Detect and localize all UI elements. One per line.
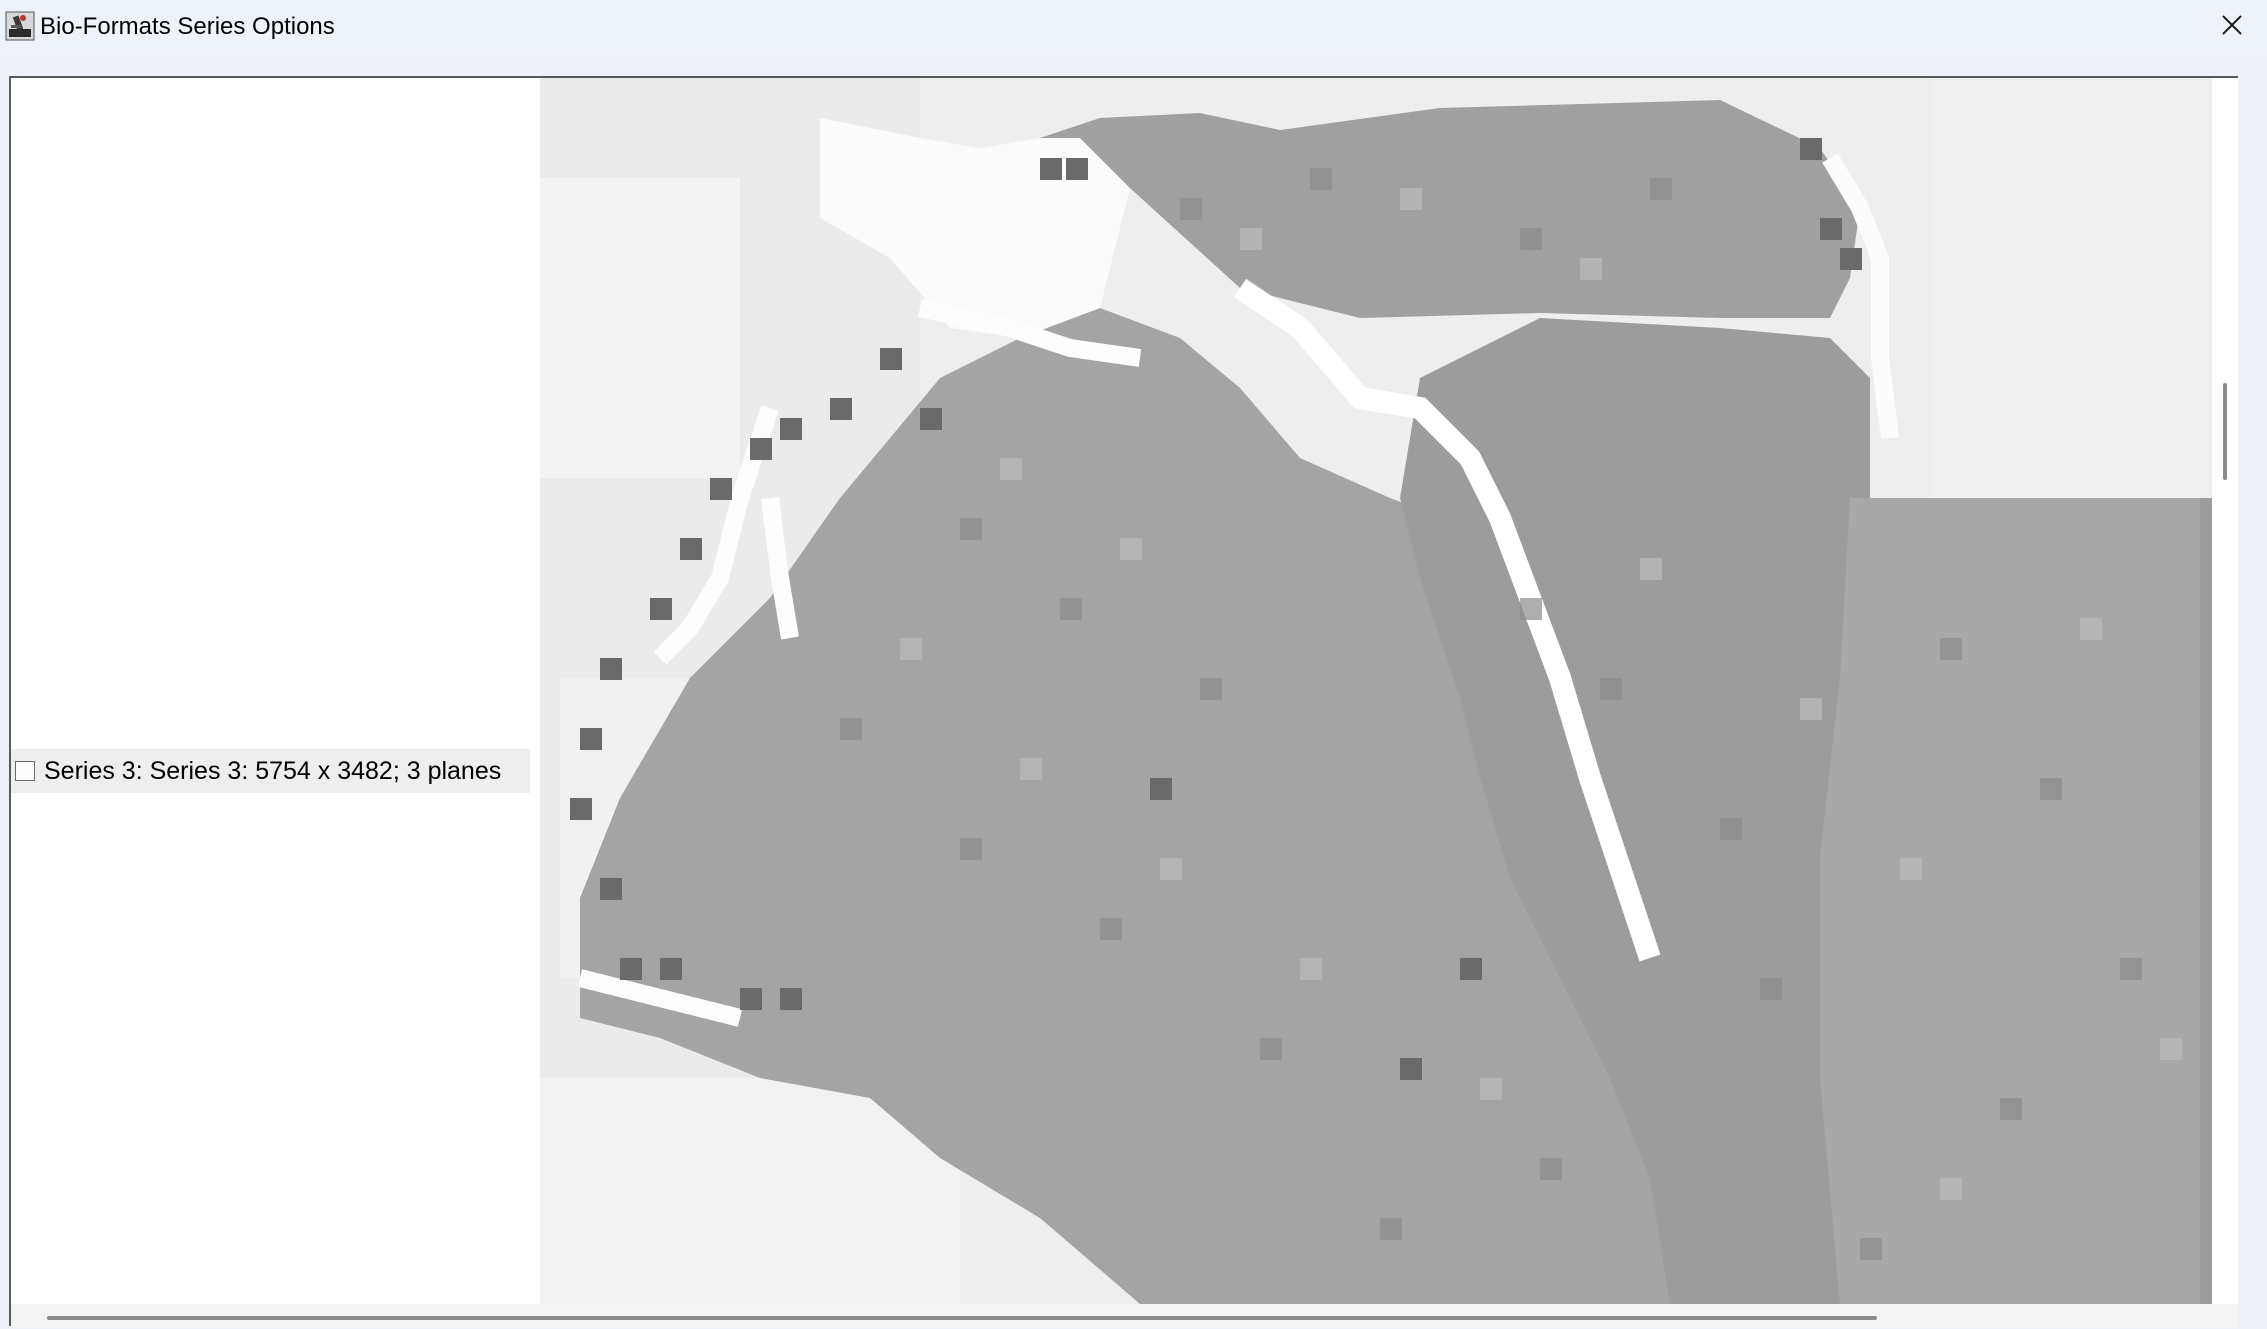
series-list-item[interactable]: Series 3: Series 3: 5754 x 3482; 3 plane… [11, 749, 530, 793]
horizontal-scroll-thumb[interactable] [47, 1316, 1877, 1320]
vertical-scrollbar[interactable] [2212, 78, 2238, 1304]
window-title: Bio-Formats Series Options [40, 13, 335, 40]
horizontal-scrollbar[interactable] [11, 1304, 2238, 1328]
close-button[interactable] [2197, 0, 2267, 50]
series-checkbox[interactable] [15, 761, 35, 781]
series-label: Series 3: Series 3: 5754 x 3482; 3 plane… [44, 756, 502, 785]
series-list: Series 3: Series 3: 5754 x 3482; 3 plane… [11, 78, 541, 1304]
series-thumbnail [540, 78, 2212, 1304]
vertical-scroll-thumb[interactable] [2223, 383, 2227, 480]
close-icon [2222, 15, 2242, 35]
bio-formats-series-options-window: Bio-Formats Series Options Series 3: Ser… [0, 0, 2267, 1329]
imagej-microscope-icon [5, 11, 35, 41]
title-bar: Bio-Formats Series Options [0, 0, 2267, 54]
series-options-panel: Series 3: Series 3: 5754 x 3482; 3 plane… [9, 76, 2238, 1328]
grayscale-tissue-thumbnail [540, 78, 2212, 1304]
